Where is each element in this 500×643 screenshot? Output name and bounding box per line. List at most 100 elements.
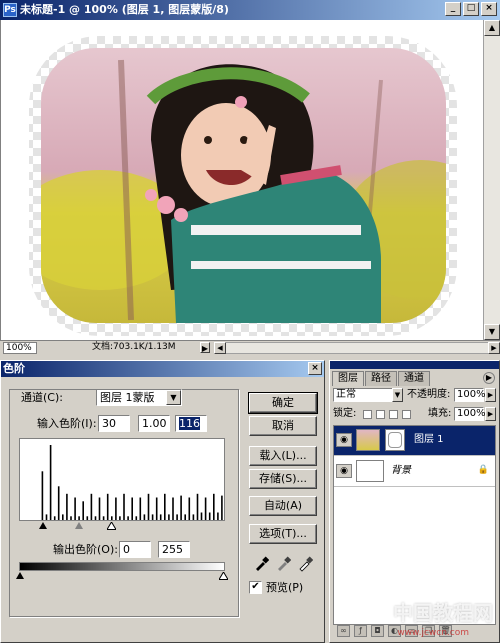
lock-all-icon[interactable] <box>402 410 411 419</box>
chevron-down-icon: ▼ <box>166 390 181 405</box>
watermark-url: www.jcwcn.com <box>397 628 469 638</box>
histogram-bar <box>151 514 154 520</box>
add-mask-icon[interactable]: ◘ <box>371 625 384 637</box>
histogram-bar <box>41 471 44 520</box>
link-layers-icon[interactable]: ∞ <box>337 625 350 637</box>
fill-field[interactable]: 100% <box>454 407 486 421</box>
chevron-down-icon[interactable]: ▼ <box>392 388 403 402</box>
vertical-scrollbar[interactable]: ▲ ▼ <box>483 20 500 340</box>
horizontal-scrollbar[interactable]: ◀ ▶ <box>214 342 500 354</box>
opacity-arrow-icon[interactable]: ▶ <box>485 388 496 402</box>
output-black-handle[interactable] <box>16 572 24 579</box>
output-slider[interactable] <box>16 572 228 580</box>
histogram-bar <box>172 497 174 520</box>
levels-titlebar[interactable]: 色阶 × <box>1 361 324 377</box>
black-eyedropper-icon[interactable] <box>253 556 269 572</box>
histogram-bar <box>115 497 117 520</box>
output-white-handle[interactable] <box>219 572 228 580</box>
histogram-bar <box>131 497 133 520</box>
layer-thumbnail <box>356 460 384 482</box>
palette-menu-icon[interactable]: ▶ <box>483 372 495 384</box>
input-black-field[interactable]: 30 <box>98 415 130 432</box>
channel-value: 图层 1蒙版 <box>100 391 155 404</box>
histogram-bar <box>164 493 166 520</box>
input-black-handle[interactable] <box>39 522 47 529</box>
layer-list: ◉ 图层 1 ◉ 背景 🔒 <box>333 425 496 625</box>
lock-icon: 🔒 <box>477 465 489 475</box>
document-window: Ps 未标题-1 @ 100% (图层 1, 图层蒙版/8) _ □ × ▲ ▼… <box>0 0 500 354</box>
input-gamma-handle[interactable] <box>75 522 83 529</box>
eye-icon[interactable]: ◉ <box>336 464 352 478</box>
scroll-left-icon[interactable]: ◀ <box>214 342 226 354</box>
close-icon: × <box>311 363 319 373</box>
lock-move-icon[interactable] <box>389 410 398 419</box>
lock-transparency-icon[interactable] <box>363 410 372 419</box>
layer-row-background[interactable]: ◉ 背景 🔒 <box>334 457 495 487</box>
close-button[interactable]: × <box>481 2 497 16</box>
levels-dialog: 色阶 × 通道(C): 图层 1蒙版 ▼ 输入色阶(I): 30 1.00 11… <box>0 360 325 643</box>
output-white-field[interactable]: 255 <box>158 541 190 558</box>
scroll-up-icon[interactable]: ▲ <box>484 20 500 36</box>
tab-paths[interactable]: 路径 <box>365 371 397 386</box>
histogram-bar <box>208 512 211 520</box>
input-white-field[interactable]: 116 <box>175 415 207 432</box>
levels-close-button[interactable]: × <box>308 362 322 375</box>
histogram-bar <box>45 514 48 520</box>
fill-arrow-icon[interactable]: ▶ <box>485 407 496 421</box>
histogram <box>19 438 225 521</box>
histogram-bar <box>180 495 182 520</box>
channel-select[interactable]: 图层 1蒙版 ▼ <box>96 389 182 406</box>
input-gamma-field[interactable]: 1.00 <box>138 415 170 432</box>
layer-row-layer1[interactable]: ◉ 图层 1 <box>334 426 495 456</box>
mask-thumbnail[interactable] <box>385 429 405 451</box>
image-canvas[interactable] <box>0 20 483 340</box>
histogram-bar <box>139 497 142 520</box>
layer-style-icon[interactable]: ƒ <box>354 625 367 637</box>
opacity-field[interactable]: 100% <box>454 388 486 402</box>
options-button[interactable]: 选项(T)... <box>249 524 317 544</box>
fill-label: 填充: <box>428 408 452 419</box>
histogram-bar <box>57 486 60 520</box>
scroll-down-icon[interactable]: ▼ <box>484 324 500 340</box>
eye-icon[interactable]: ◉ <box>336 433 352 447</box>
histogram-bar <box>123 493 125 520</box>
histogram-bar <box>143 514 146 520</box>
status-menu-arrow-icon[interactable]: ▶ <box>200 342 210 353</box>
document-info: 文档:703.1K/1.13M <box>92 342 176 352</box>
lock-label: 锁定: <box>333 408 357 419</box>
zoom-input[interactable]: 100% <box>3 342 37 354</box>
minimize-button[interactable]: _ <box>445 2 461 16</box>
histogram-bar <box>86 516 89 520</box>
histogram-bar <box>127 516 129 520</box>
palette-header[interactable] <box>330 361 499 369</box>
ok-button[interactable]: 确定 <box>248 392 318 414</box>
histogram-bar <box>155 497 158 520</box>
histogram-bar <box>168 514 170 520</box>
input-slider[interactable] <box>19 522 225 530</box>
histogram-bar <box>200 512 203 520</box>
histogram-bar <box>204 497 207 520</box>
save-button[interactable]: 存储(S)... <box>249 469 317 489</box>
maximize-button[interactable]: □ <box>463 2 479 16</box>
levels-title: 色阶 <box>3 362 25 375</box>
input-white-handle[interactable] <box>107 522 116 530</box>
watermark-text: 中国教程网 <box>393 601 493 625</box>
histogram-chart <box>41 445 223 520</box>
load-button[interactable]: 载入(L)... <box>249 446 317 466</box>
histogram-bar <box>119 516 121 520</box>
histogram-bar <box>188 497 191 520</box>
output-black-field[interactable]: 0 <box>119 541 151 558</box>
gray-eyedropper-icon[interactable] <box>275 556 291 572</box>
maximize-icon: □ <box>466 3 476 13</box>
preview-checkbox[interactable]: ✔ <box>249 581 262 594</box>
lock-paint-icon[interactable] <box>376 410 385 419</box>
tab-channels[interactable]: 通道 <box>398 371 430 386</box>
white-eyedropper-icon[interactable] <box>297 556 313 572</box>
cancel-button[interactable]: 取消 <box>249 416 317 436</box>
tab-layers[interactable]: 图层 <box>332 371 364 386</box>
document-titlebar[interactable]: Ps 未标题-1 @ 100% (图层 1, 图层蒙版/8) _ □ × <box>0 0 500 20</box>
scroll-right-icon[interactable]: ▶ <box>488 342 500 354</box>
document-title: 未标题-1 @ 100% (图层 1, 图层蒙版/8) <box>20 3 229 16</box>
auto-button[interactable]: 自动(A) <box>249 496 317 516</box>
histogram-bar <box>147 493 150 520</box>
